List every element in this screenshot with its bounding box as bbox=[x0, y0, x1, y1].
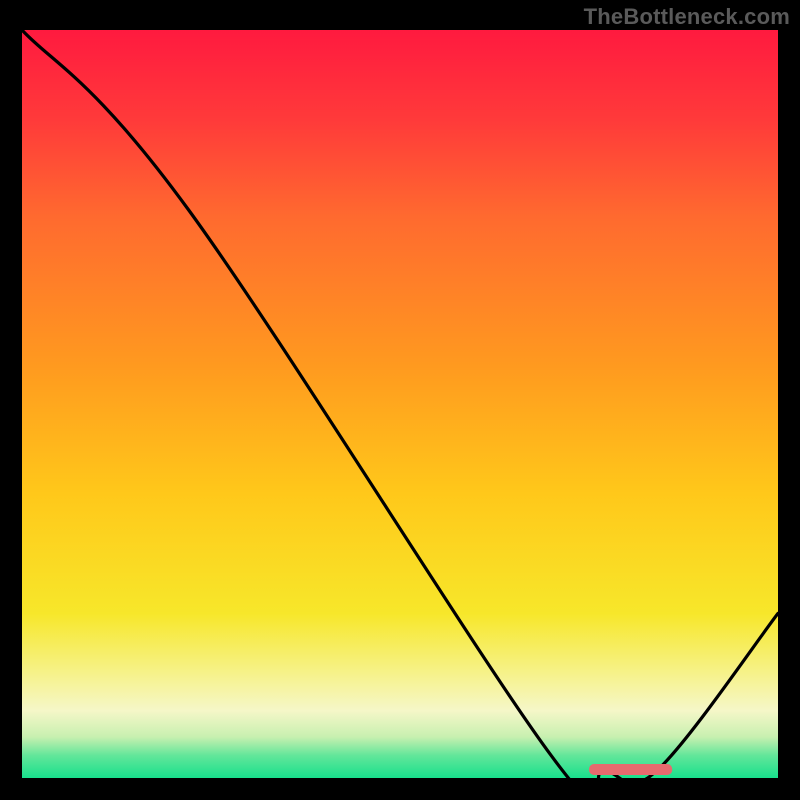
optimal-range-marker bbox=[589, 764, 672, 775]
chart-plot-area bbox=[22, 30, 778, 778]
chart-stage: TheBottleneck.com bbox=[0, 0, 800, 800]
attribution-text: TheBottleneck.com bbox=[584, 4, 790, 30]
chart-svg bbox=[22, 30, 778, 778]
